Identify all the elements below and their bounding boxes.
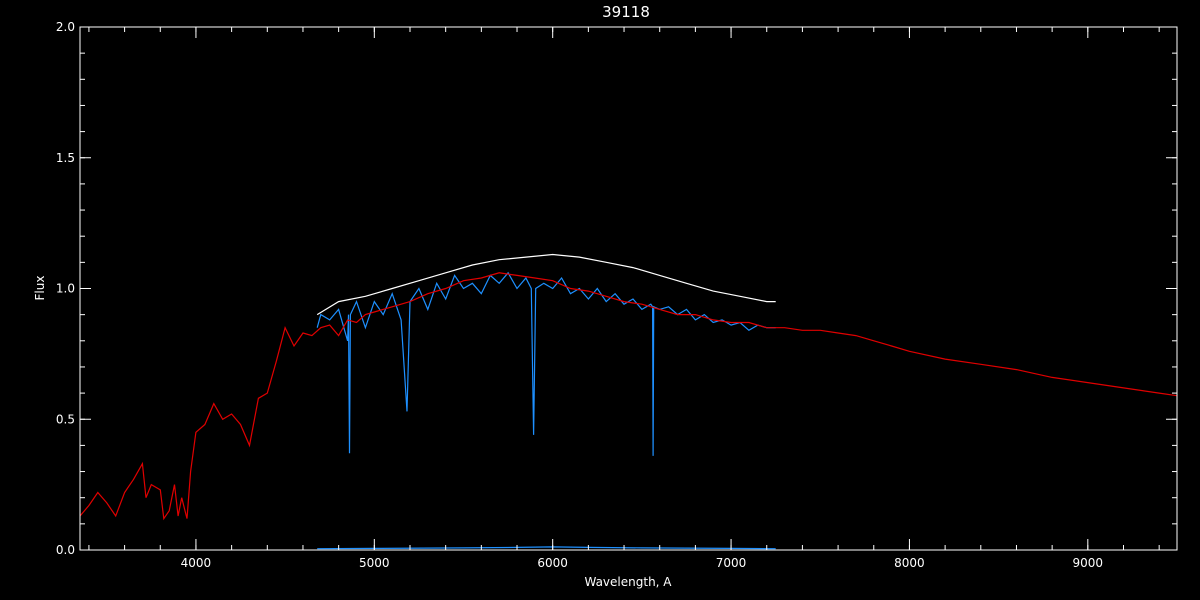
x-tick-label: 9000 — [1073, 556, 1104, 570]
y-axis-label: Flux — [33, 276, 47, 301]
y-tick-label: 0.0 — [56, 543, 75, 557]
y-tick-label: 1.0 — [56, 282, 75, 296]
ticklabels-layer: 4000 5000 6000 7000 8000 9000 0.0 0.5 1.0 1.5 2.0 — [56, 20, 1103, 570]
series-layer — [79, 253, 1178, 550]
series-line-1 — [316, 271, 776, 456]
y-tick-label: 1.5 — [56, 151, 75, 165]
chart-title: 39118 — [602, 3, 650, 21]
y-tick-label: 0.5 — [56, 412, 75, 426]
series-line-3 — [79, 272, 1178, 521]
ticks-layer — [80, 26, 1177, 551]
x-axis-label: Wavelength, A — [584, 575, 672, 589]
x-tick-label: 7000 — [716, 556, 747, 570]
spectrum-chart: 39118 4000 5000 6000 7000 8000 9000 0.0 0.5 1.0 1… — [33, 3, 1178, 589]
x-tick-label: 4000 — [181, 556, 212, 570]
y-tick-label: 2.0 — [56, 20, 75, 34]
plot-frame — [79, 26, 1178, 551]
x-tick-label: 6000 — [537, 556, 568, 570]
x-tick-label: 5000 — [359, 556, 390, 570]
x-tick-label: 8000 — [894, 556, 925, 570]
series-line-2 — [317, 546, 776, 550]
